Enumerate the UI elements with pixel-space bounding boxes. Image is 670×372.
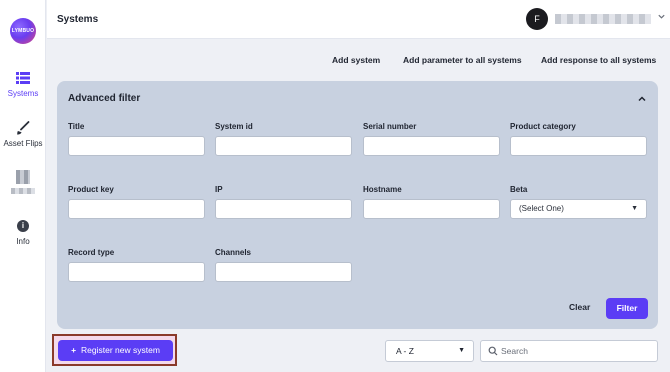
sort-select-value: A - Z	[396, 346, 414, 356]
sidebar-item-blurred[interactable]	[0, 170, 46, 194]
register-label: Register new system	[81, 345, 160, 355]
blurred-icon	[16, 170, 30, 184]
search-box[interactable]	[480, 340, 658, 362]
system-id-label: System id	[215, 122, 253, 131]
serial-number-field[interactable]	[363, 136, 500, 156]
plus-icon: +	[71, 345, 77, 355]
search-input[interactable]	[501, 344, 651, 358]
record-type-label: Record type	[68, 248, 115, 257]
beta-select-value: (Select One)	[519, 204, 564, 213]
logo-text: LYMBUO	[11, 28, 35, 34]
ip-label: IP	[215, 185, 223, 194]
channels-label: Channels	[215, 248, 252, 257]
advanced-filter-panel: Advanced filter Title System id Serial n…	[57, 81, 658, 329]
product-key-label: Product key	[68, 185, 114, 194]
clear-button[interactable]: Clear	[569, 302, 590, 312]
ip-field[interactable]	[215, 199, 352, 219]
top-header: Systems F	[47, 0, 670, 39]
sidebar-item-label: Systems	[7, 89, 39, 98]
info-icon: i	[17, 220, 29, 232]
add-parameter-button[interactable]: Add parameter to all systems	[403, 55, 522, 65]
app-logo[interactable]: LYMBUO	[10, 18, 36, 44]
record-type-field[interactable]	[68, 262, 205, 282]
hostname-label: Hostname	[363, 185, 402, 194]
serial-number-label: Serial number	[363, 122, 417, 131]
product-key-field[interactable]	[68, 199, 205, 219]
filter-title: Advanced filter	[68, 93, 141, 104]
filter-button[interactable]: Filter	[606, 298, 648, 319]
title-label: Title	[68, 122, 85, 131]
avatar[interactable]: F	[526, 8, 548, 30]
add-response-button[interactable]: Add response to all systems	[541, 55, 656, 65]
brush-icon	[17, 121, 30, 135]
beta-select[interactable]: (Select One) ▼	[510, 199, 647, 219]
page-title: Systems	[57, 14, 99, 25]
title-field[interactable]	[68, 136, 205, 156]
channels-field[interactable]	[215, 262, 352, 282]
sidebar: LYMBUO Systems Asset Flips i Info	[0, 0, 46, 372]
chevron-up-icon[interactable]	[636, 93, 648, 105]
sidebar-item-label: Asset Flips	[3, 139, 43, 148]
sidebar-item-label: Info	[16, 237, 30, 246]
user-name-blurred[interactable]	[555, 14, 651, 24]
list-icon	[16, 72, 30, 84]
beta-label: Beta	[510, 185, 528, 194]
register-new-system-button[interactable]: + Register new system	[58, 340, 173, 361]
hostname-field[interactable]	[363, 199, 500, 219]
sidebar-item-info[interactable]: i Info	[0, 220, 46, 246]
sidebar-item-systems[interactable]: Systems	[0, 71, 46, 98]
system-id-field[interactable]	[215, 136, 352, 156]
blurred-label	[11, 188, 35, 194]
product-category-field[interactable]	[510, 136, 647, 156]
caret-down-icon: ▼	[458, 347, 465, 354]
sort-select[interactable]: A - Z ▼	[385, 340, 474, 362]
add-system-button[interactable]: Add system	[332, 55, 380, 65]
sidebar-item-asset-flips[interactable]: Asset Flips	[0, 121, 46, 148]
product-category-label: Product category	[510, 122, 576, 131]
chevron-down-icon[interactable]	[657, 12, 666, 21]
caret-down-icon: ▼	[631, 205, 638, 212]
search-icon	[488, 346, 498, 356]
